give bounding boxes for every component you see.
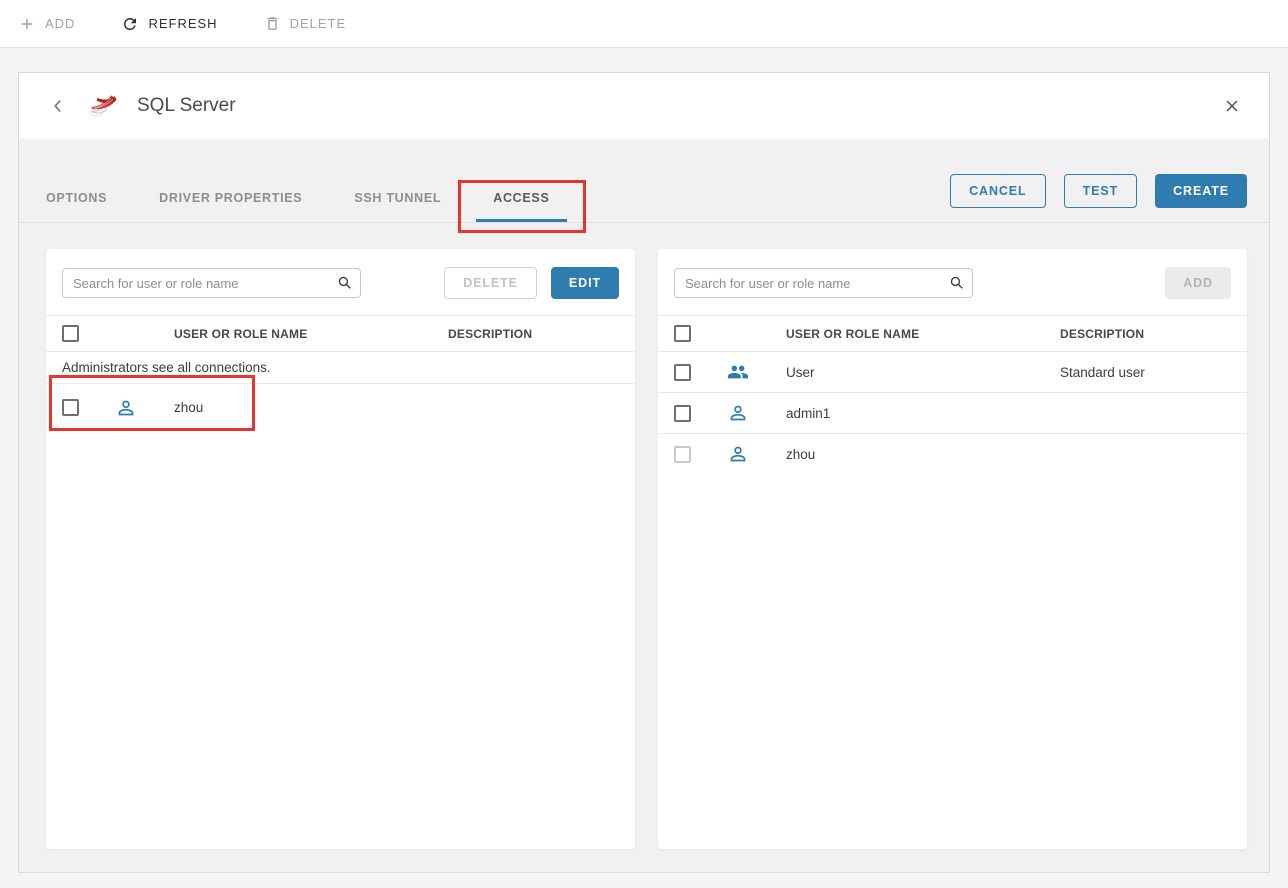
available-controls: ADD xyxy=(658,249,1247,315)
create-button[interactable]: CREATE xyxy=(1155,174,1247,208)
row-checkbox[interactable] xyxy=(674,405,691,422)
page: { "toolbar": { "add_label": "ADD", "refr… xyxy=(0,0,1288,888)
available-users-panel: ADD USER OR ROLE NAME DESCRIPTION User S… xyxy=(658,249,1247,849)
connection-dialog: SQL Server OPTIONS DRIVER PROPERTIES SSH… xyxy=(18,72,1270,873)
test-button[interactable]: TEST xyxy=(1064,174,1138,208)
sql-server-logo-icon xyxy=(85,88,121,124)
tab-access[interactable]: ACCESS xyxy=(476,176,566,222)
row-checkbox[interactable] xyxy=(62,399,79,416)
add-user-button[interactable]: ADD xyxy=(1165,267,1231,299)
plus-icon xyxy=(18,15,36,33)
row-name: User xyxy=(786,365,1060,380)
top-toolbar: ADD REFRESH DELETE xyxy=(0,0,1288,48)
available-table-header: USER OR ROLE NAME DESCRIPTION xyxy=(658,315,1247,351)
available-buttons: ADD xyxy=(1165,267,1231,299)
available-search-input[interactable] xyxy=(674,268,973,298)
refresh-icon xyxy=(121,15,139,33)
add-label: ADD xyxy=(45,16,75,31)
users-group-icon xyxy=(727,361,786,383)
refresh-label: REFRESH xyxy=(148,16,217,31)
dialog-title: SQL Server xyxy=(137,95,236,117)
available-row-zhou[interactable]: zhou xyxy=(658,433,1247,474)
trash-icon xyxy=(264,15,281,32)
tab-list: OPTIONS DRIVER PROPERTIES SSH TUNNEL ACC… xyxy=(29,176,585,222)
tab-options[interactable]: OPTIONS xyxy=(29,176,124,222)
available-select-all-checkbox[interactable] xyxy=(674,325,691,342)
dialog-actions: CANCEL TEST CREATE xyxy=(950,174,1247,208)
granted-search-input[interactable] xyxy=(62,268,361,298)
dialog-header: SQL Server xyxy=(19,73,1269,139)
granted-search xyxy=(62,268,361,298)
search-icon xyxy=(336,274,353,296)
user-icon xyxy=(727,443,786,465)
column-header-name: USER OR ROLE NAME xyxy=(786,327,1060,341)
tab-ssh-tunnel[interactable]: SSH TUNNEL xyxy=(337,176,458,222)
user-icon xyxy=(115,397,174,419)
granted-select-all-checkbox[interactable] xyxy=(62,325,79,342)
column-header-name: USER OR ROLE NAME xyxy=(174,327,448,341)
refresh-button[interactable]: REFRESH xyxy=(121,15,217,33)
row-name: zhou xyxy=(786,447,1060,462)
granted-table-header: USER OR ROLE NAME DESCRIPTION xyxy=(46,315,635,351)
user-icon xyxy=(727,402,786,424)
available-row-user[interactable]: User Standard user xyxy=(658,351,1247,392)
column-header-description: DESCRIPTION xyxy=(448,327,635,341)
tab-bar: OPTIONS DRIVER PROPERTIES SSH TUNNEL ACC… xyxy=(19,139,1269,223)
delete-label: DELETE xyxy=(290,16,347,31)
available-search xyxy=(674,268,973,298)
row-description: Standard user xyxy=(1060,365,1247,380)
granted-controls: DELETE EDIT xyxy=(46,249,635,315)
search-icon xyxy=(948,274,965,296)
close-icon[interactable] xyxy=(1222,96,1242,116)
delete-button[interactable]: DELETE xyxy=(264,15,347,32)
cancel-button[interactable]: CANCEL xyxy=(950,174,1045,208)
granted-access-panel: DELETE EDIT USER OR ROLE NAME DESCRIPTIO… xyxy=(46,249,635,849)
back-button[interactable] xyxy=(47,95,69,117)
available-row-admin1[interactable]: admin1 xyxy=(658,392,1247,433)
row-checkbox-disabled[interactable] xyxy=(674,446,691,463)
row-name: zhou xyxy=(174,400,448,415)
access-panels: DELETE EDIT USER OR ROLE NAME DESCRIPTIO… xyxy=(19,223,1269,849)
row-name: admin1 xyxy=(786,406,1060,421)
granted-buttons: DELETE EDIT xyxy=(444,267,619,299)
edit-button[interactable]: EDIT xyxy=(551,267,619,299)
add-button[interactable]: ADD xyxy=(18,15,75,33)
column-header-description: DESCRIPTION xyxy=(1060,327,1247,341)
tab-driver-properties[interactable]: DRIVER PROPERTIES xyxy=(142,176,319,222)
row-checkbox[interactable] xyxy=(674,364,691,381)
delete-user-button[interactable]: DELETE xyxy=(444,267,537,299)
granted-row-zhou[interactable]: zhou xyxy=(46,383,635,431)
admin-info-row: Administrators see all connections. xyxy=(46,351,635,383)
